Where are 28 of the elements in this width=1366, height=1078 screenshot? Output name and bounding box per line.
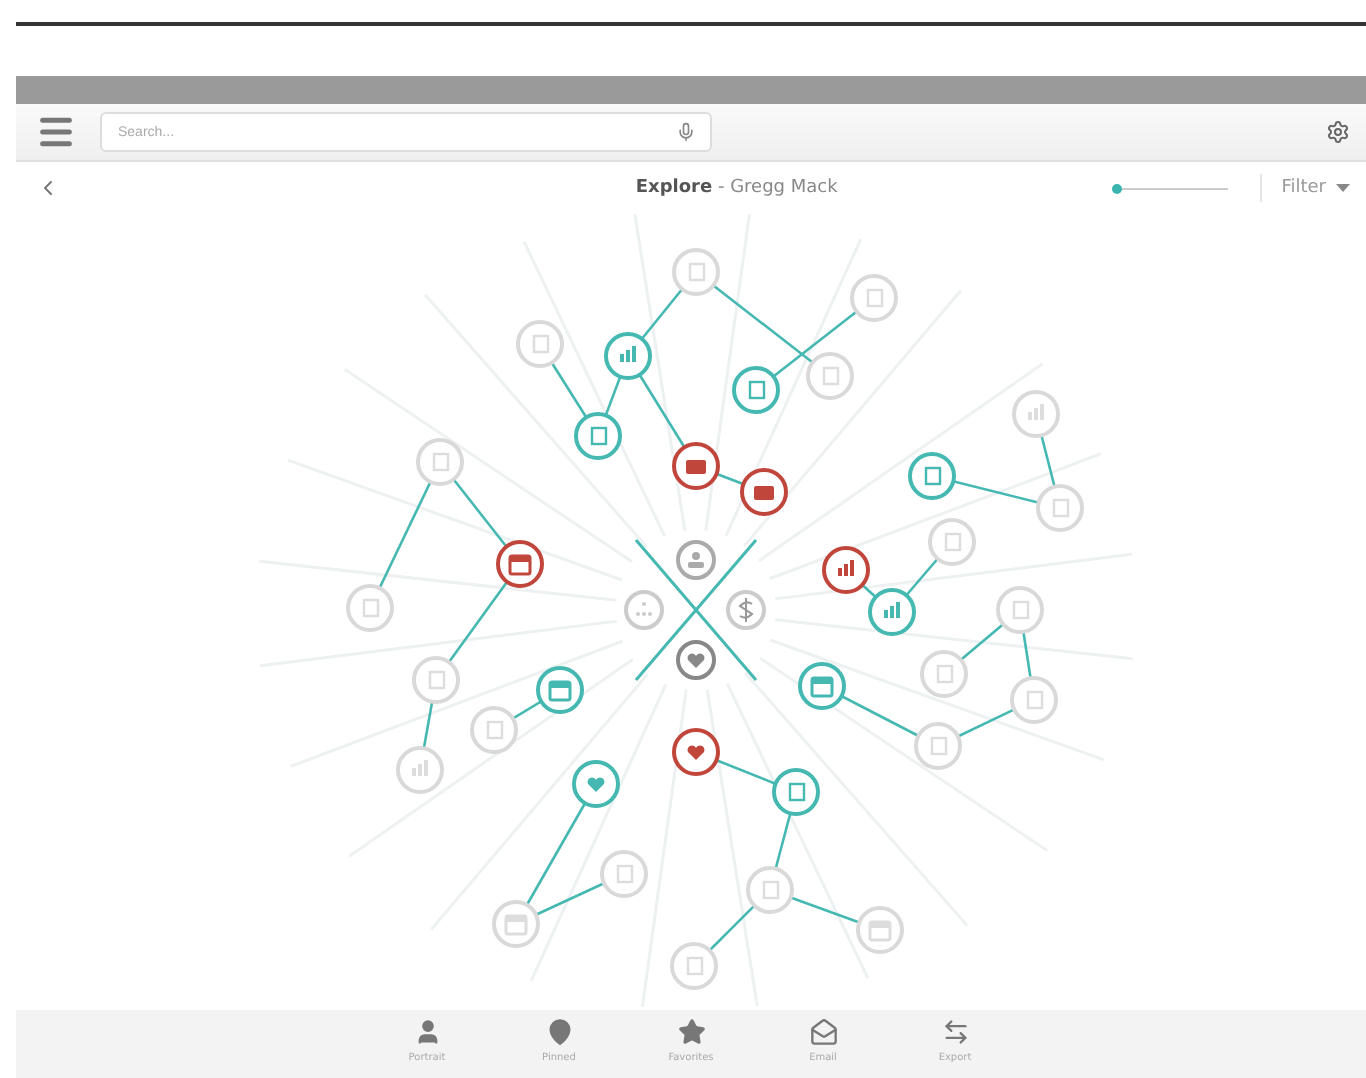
graph-node[interactable]: [672, 728, 720, 776]
graph-node[interactable]: [798, 662, 846, 710]
graph-node[interactable]: [574, 412, 622, 460]
menu-icon[interactable]: [36, 112, 76, 152]
graph-node[interactable]: [496, 540, 544, 588]
graph-node[interactable]: [676, 540, 716, 580]
graph-node[interactable]: [772, 768, 820, 816]
graph-node[interactable]: [672, 442, 720, 490]
graph-node[interactable]: [604, 332, 652, 380]
graph-node[interactable]: [822, 546, 870, 594]
graph-node[interactable]: [908, 452, 956, 500]
caret-icon: [1336, 184, 1350, 192]
pin-icon: [545, 1018, 573, 1046]
envelope-icon: [809, 1018, 837, 1046]
page-title: Explore - Gregg Mack: [633, 178, 840, 198]
star-icon: [677, 1018, 705, 1046]
graph-node[interactable]: [676, 640, 716, 680]
cross-lines: [634, 539, 758, 681]
graph-node[interactable]: [740, 468, 788, 516]
arrows-icon: [941, 1018, 969, 1046]
filter-dropdown[interactable]: Filter: [1259, 174, 1350, 202]
graph-node[interactable]: [732, 366, 780, 414]
microphone-icon[interactable]: [676, 122, 696, 142]
graph-node[interactable]: [536, 666, 584, 714]
settings-icon[interactable]: [1326, 120, 1350, 144]
person-icon: [413, 1018, 441, 1046]
graph-node[interactable]: [572, 760, 620, 808]
graph-node[interactable]: [868, 588, 916, 636]
